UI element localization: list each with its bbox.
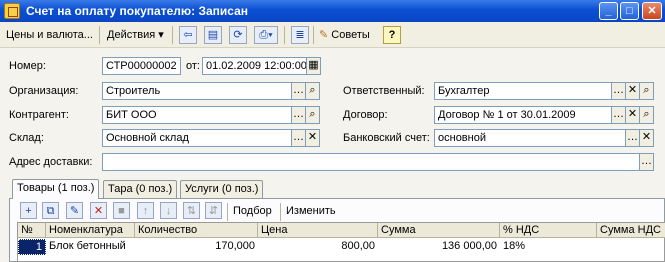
warehouse-label: Склад: [9,132,44,144]
cell-item[interactable]: Блок бетонный [46,239,135,255]
actions-menu[interactable]: Действия ▾ [107,25,164,45]
delivery-address-field[interactable] [102,153,640,171]
warehouse-field[interactable]: Основной склад [102,129,292,147]
date-label: от: [186,60,200,72]
select-button-icon[interactable]: … [611,82,626,100]
goods-table[interactable]: № Номенклатура Количество Цена Сумма % Н… [17,222,665,262]
clear-icon[interactable]: ✕ [305,129,320,147]
select-button-icon[interactable]: … [291,106,306,124]
add-row-icon[interactable]: + [20,202,37,219]
column-header-item[interactable]: Номенклатура [46,223,135,238]
tab-services[interactable]: Услуги (0 поз.) [180,180,264,198]
column-header-vat-sum[interactable]: Сумма НДС [597,223,665,238]
organization-field[interactable]: Строитель [102,82,292,100]
maximize-button[interactable]: □ [620,2,639,20]
open-search-icon[interactable]: ⌕ [639,82,654,100]
column-header-sum[interactable]: Сумма [378,223,500,238]
column-header-vat-rate[interactable]: % НДС [500,223,597,238]
open-search-icon[interactable]: ⌕ [305,82,320,100]
column-header-quantity[interactable]: Количество [135,223,258,238]
organization-label: Организация: [9,85,79,97]
end-edit-icon[interactable]: ■ [113,202,130,219]
copy-row-icon[interactable]: ⧉ [42,202,59,219]
report-icon[interactable]: ≣ [291,26,309,44]
tips-label: Советы [331,29,370,41]
number-field[interactable]: СТР00000002 [102,57,181,75]
edit-row-icon[interactable]: ✎ [66,202,83,219]
chevron-down-icon: ▾ [158,29,164,41]
actions-menu-label: Действия [107,29,156,41]
bank-account-label: Банковский счет: [343,132,430,144]
cell-number[interactable]: 1 [18,239,46,255]
select-button-icon[interactable]: … [639,153,654,171]
cell-quantity[interactable]: 170,000 [135,239,258,255]
tips-icon: ✎ [319,29,329,41]
select-items-button[interactable]: Подбор [233,202,272,220]
clear-icon[interactable]: ✕ [625,82,640,100]
prices-currency-menu[interactable]: Цены и валюта... [6,25,93,45]
select-button-icon[interactable]: … [611,106,626,124]
calendar-icon[interactable]: ▦ [306,57,321,75]
cell-vat-sum[interactable] [597,239,665,255]
help-button[interactable]: ? [383,26,401,44]
separator [99,26,100,44]
contract-label: Договор: [343,109,388,121]
tab-containers[interactable]: Тара (0 поз.) [103,180,178,198]
cell-price[interactable]: 800,00 [258,239,378,255]
select-button-icon[interactable]: … [291,129,306,147]
column-header-number[interactable]: № [18,223,46,238]
minimize-button[interactable]: _ [599,2,618,20]
separator [313,26,314,44]
column-header-price[interactable]: Цена [258,223,378,238]
sort-asc-icon[interactable]: ⇅ [183,202,200,219]
contract-field[interactable]: Договор № 1 от 30.01.2009 [434,106,612,124]
select-button-icon[interactable]: … [291,82,306,100]
title-bar: Счет на оплату покупателю: Записан _ □ ✕ [0,0,665,22]
contractor-label: Контрагент: [9,109,69,121]
separator [280,203,281,221]
number-label: Номер: [9,60,46,72]
responsible-field[interactable]: Бухгалтер [434,82,612,100]
window-title: Счет на оплату покупателю: Записан [26,4,249,18]
main-toolbar: Цены и валюта... Действия ▾ ⇦ ▤ ⟳ ⎙▾ ≣ ✎… [0,22,665,48]
delete-row-icon[interactable]: ✕ [90,202,107,219]
open-search-icon[interactable]: ⌕ [639,106,654,124]
refresh-icon[interactable]: ⟳ [229,26,247,44]
tab-goods[interactable]: Товары (1 поз.) [12,179,100,199]
tips-button[interactable]: ✎ Советы [319,25,370,45]
go-back-icon[interactable]: ⇦ [179,26,197,44]
sort-desc-icon[interactable]: ⇵ [205,202,222,219]
cell-sum[interactable]: 136 000,00 [378,239,500,255]
print-menu-icon[interactable]: ⎙▾ [254,26,278,44]
bank-account-field[interactable]: основной [434,129,626,147]
open-search-icon[interactable]: ⌕ [305,106,320,124]
clear-icon[interactable]: ✕ [639,129,654,147]
close-button[interactable]: ✕ [642,2,662,20]
responsible-label: Ответственный: [343,85,425,97]
structure-icon[interactable]: ▤ [204,26,222,44]
separator [172,26,173,44]
cell-vat-rate[interactable]: 18% [500,239,597,255]
separator [284,26,285,44]
clear-icon[interactable]: ✕ [625,106,640,124]
change-button[interactable]: Изменить [286,202,336,220]
separator [227,203,228,221]
move-up-icon[interactable]: ↑ [137,202,154,219]
delivery-address-label: Адрес доставки: [9,156,93,168]
contractor-field[interactable]: БИТ ООО [102,106,292,124]
date-field[interactable]: 01.02.2009 12:00:00 [202,57,307,75]
select-button-icon[interactable]: … [625,129,640,147]
move-down-icon[interactable]: ↓ [160,202,177,219]
document-icon [4,3,20,19]
